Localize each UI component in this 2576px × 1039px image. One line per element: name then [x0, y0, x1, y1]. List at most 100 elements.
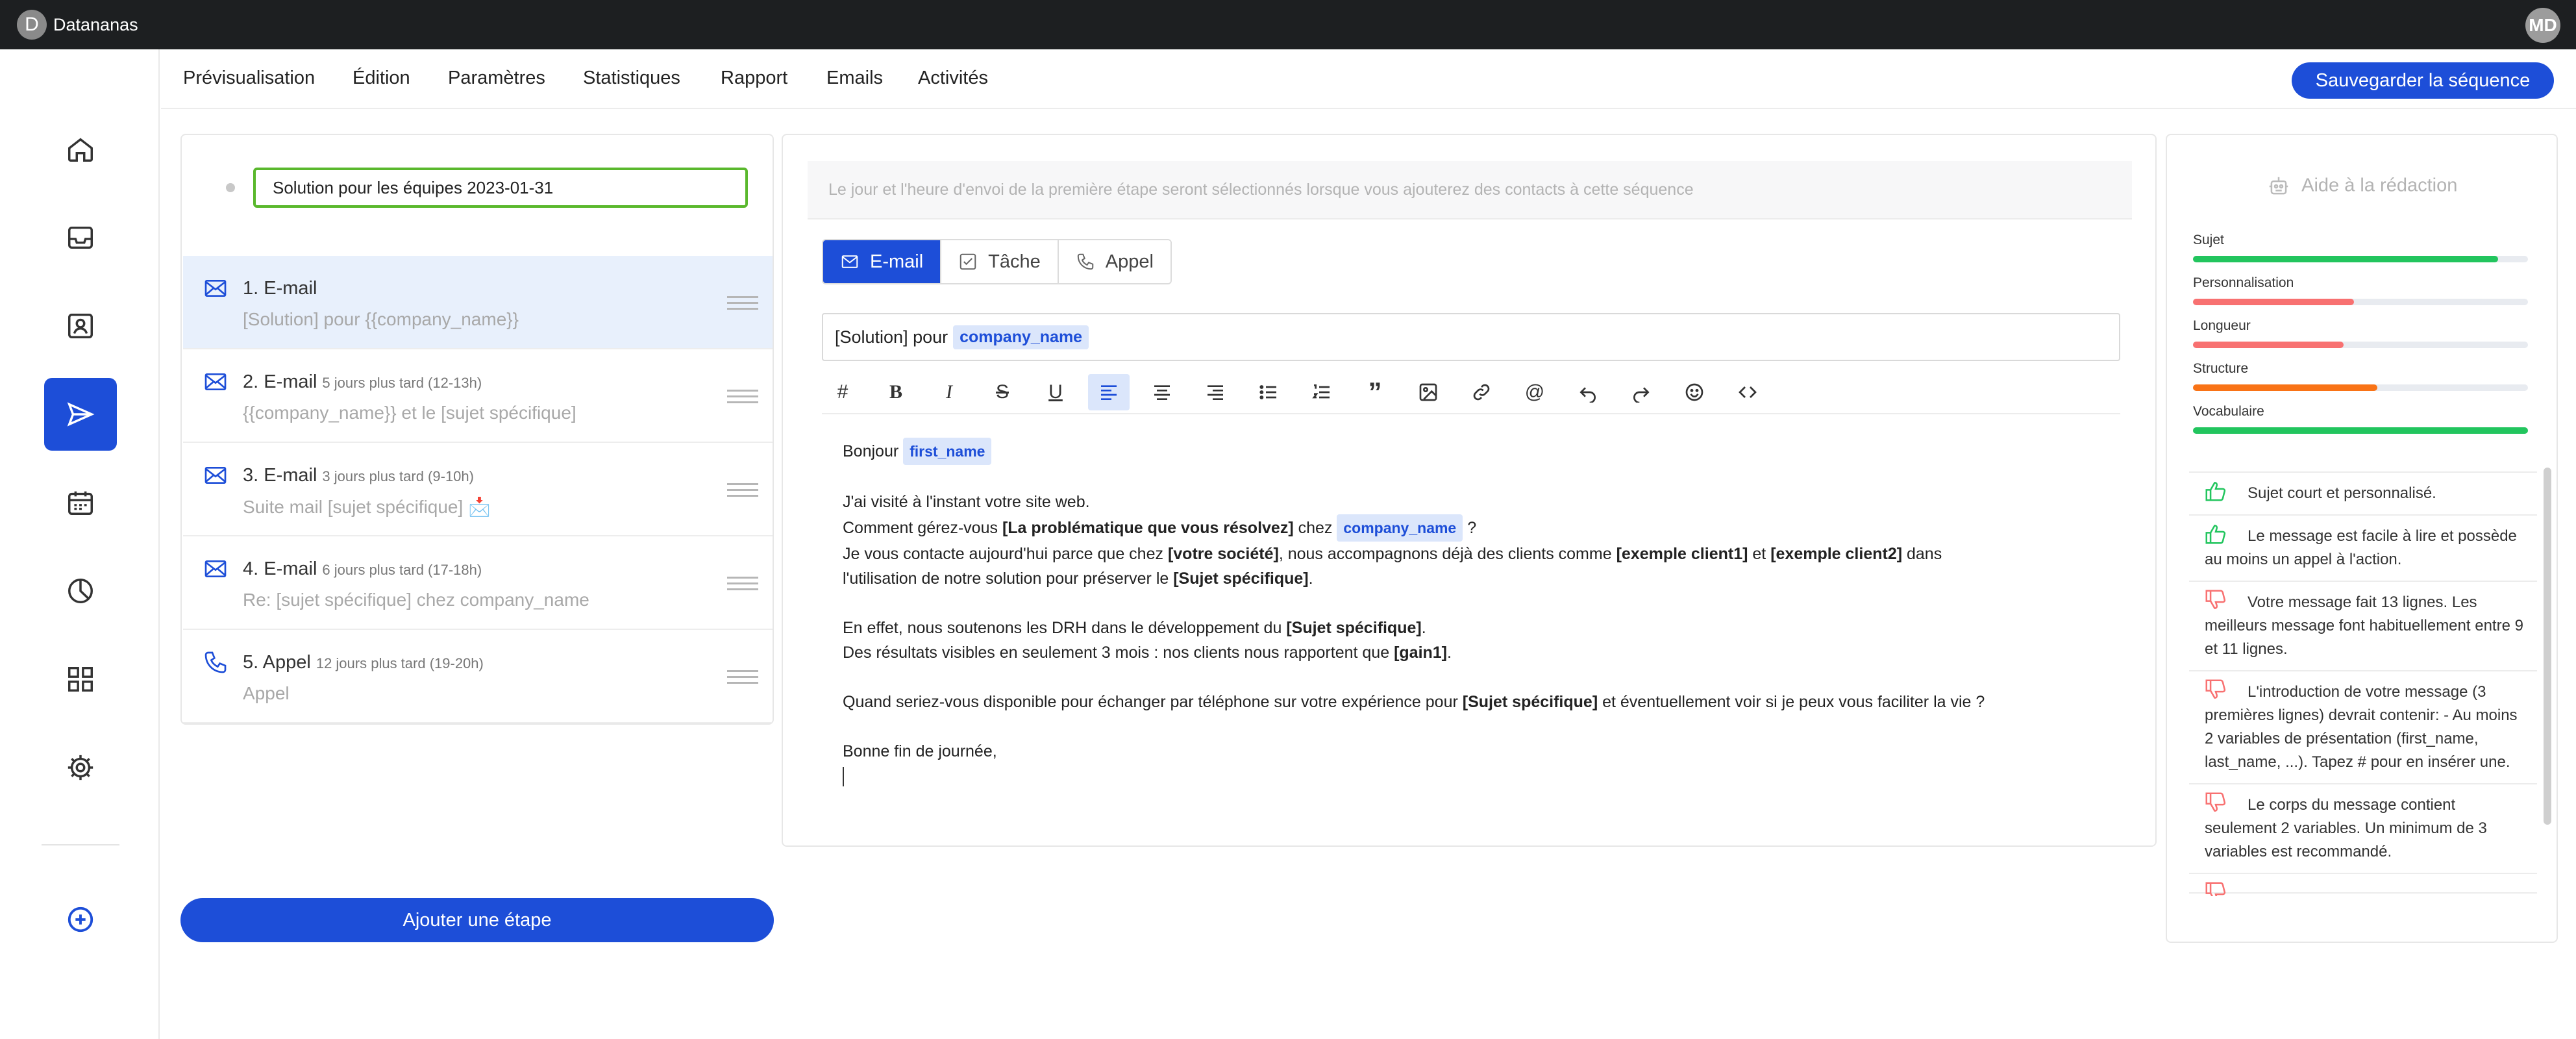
step-title: 2. E-mail 5 jours plus tard (12-13h): [243, 371, 482, 392]
sidebar-item-contacts[interactable]: [44, 290, 117, 362]
metric-bar-fill: [2193, 384, 2377, 391]
sidebar-item-statistics[interactable]: [44, 555, 117, 627]
tab-emails[interactable]: Emails: [826, 68, 883, 89]
drag-handle-icon[interactable]: [727, 296, 758, 314]
add-step-button[interactable]: Ajouter une étape: [180, 898, 774, 942]
body-line: Bonjour first_name: [843, 438, 2115, 465]
hash-button[interactable]: #: [822, 374, 863, 410]
drag-handle-icon[interactable]: [727, 670, 758, 688]
sidebar-item-sequences[interactable]: [44, 378, 117, 451]
feedback-item: [2189, 874, 2537, 896]
link-button[interactable]: [1461, 374, 1502, 410]
image-icon: [1419, 383, 1437, 401]
align-left-button[interactable]: [1088, 374, 1130, 410]
tab-email[interactable]: E-mail: [823, 240, 942, 283]
metric-sujet: Sujet: [2193, 232, 2528, 262]
sidebar-divider: [42, 844, 119, 845]
body-line: En effet, nous soutenons les DRH dans le…: [843, 619, 1426, 637]
sidebar-item-settings[interactable]: [44, 731, 117, 804]
bold-button[interactable]: B: [875, 374, 917, 410]
step-delay: 3 jours plus tard (9-10h): [322, 468, 474, 484]
undo-icon: [1579, 387, 1596, 403]
step-item[interactable]: 3. E-mail 3 jours plus tard (9-10h) Suite…: [183, 443, 773, 536]
tab-label: E-mail: [870, 251, 924, 272]
variable-chip[interactable]: first_name: [903, 438, 992, 465]
sidebar-item-inbox[interactable]: [44, 201, 117, 274]
sequence-name-input[interactable]: Solution pour les équipes 2023-01-31: [253, 168, 748, 208]
italic-button[interactable]: I: [928, 374, 970, 410]
tab-appel[interactable]: Appel: [1058, 240, 1170, 283]
sidebar: [0, 49, 160, 1039]
step-item[interactable]: 1. E-mail [Solution] pour {{company_name…: [183, 256, 773, 349]
brand[interactable]: D Datananas: [17, 10, 138, 40]
top-nav: Prévisualisation Édition Paramètres Stat…: [161, 49, 2576, 109]
align-right-button[interactable]: [1195, 374, 1236, 410]
code-button[interactable]: [1727, 374, 1768, 410]
top-bar: D Datananas MD: [0, 0, 2576, 49]
feedback-item: Le message est facile à lire et possède …: [2189, 516, 2537, 582]
metric-label: Sujet: [2193, 232, 2224, 247]
strikethrough-button[interactable]: S: [982, 374, 1023, 410]
feedback-list[interactable]: Sujet court et personnalisé. Le message …: [2189, 471, 2537, 896]
tab-previsualisation[interactable]: Prévisualisation: [183, 68, 315, 89]
feedback-item: Sujet court et personnalisé.: [2189, 473, 2537, 516]
body-line: l'utilisation de notre solution pour pré…: [843, 570, 1313, 588]
phone-icon: [1077, 253, 1094, 270]
tab-rapport[interactable]: Rapport: [721, 68, 787, 89]
align-center-icon: [1154, 385, 1170, 400]
metric-bar-fill: [2193, 299, 2354, 305]
sidebar-item-home[interactable]: [44, 113, 117, 186]
metric-bar-fill: [2193, 427, 2528, 434]
step-item[interactable]: 2. E-mail 5 jours plus tard (12-13h) {{co…: [183, 349, 773, 443]
mail-icon: [204, 280, 227, 297]
image-button[interactable]: [1407, 374, 1449, 410]
step-subtitle: [Solution] pour {{company_name}}: [243, 309, 519, 329]
tab-parametres[interactable]: Paramètres: [448, 68, 545, 89]
emoji-button[interactable]: [1674, 374, 1715, 410]
mention-button[interactable]: @: [1514, 374, 1555, 410]
metric-bar-fill: [2193, 342, 2344, 348]
step-type-tabs: E-mail Tâche Appel: [822, 239, 1172, 284]
thumbs-down-icon: [2205, 882, 2226, 896]
step-subtitle: Suite mail [sujet spécifique] 📩: [243, 497, 491, 517]
tab-tache[interactable]: Tâche: [941, 240, 1059, 283]
sidebar-item-add[interactable]: [44, 883, 117, 956]
step-title: 1. E-mail: [243, 278, 317, 299]
sidebar-item-apps[interactable]: [44, 643, 117, 716]
feedback-scrollbar[interactable]: [2544, 468, 2551, 825]
brand-name: Datananas: [53, 14, 138, 34]
home-icon: [68, 138, 93, 162]
drag-handle-icon[interactable]: [727, 577, 758, 594]
phone-icon: [204, 651, 227, 673]
body-line: Quand seriez-vous disponible pour échang…: [843, 693, 1985, 711]
tab-label: Tâche: [988, 251, 1041, 272]
align-center-button[interactable]: [1141, 374, 1183, 410]
step-item[interactable]: 5. Appel 12 jours plus tard (19-20h) Appe…: [183, 630, 773, 723]
mail-icon: [841, 255, 858, 268]
redo-button[interactable]: [1620, 374, 1662, 410]
variable-chip[interactable]: company_name: [1337, 514, 1463, 542]
sidebar-item-calendar[interactable]: [44, 466, 117, 539]
body-line: [843, 665, 2115, 690]
align-left-icon: [1101, 385, 1117, 400]
tab-edition[interactable]: Édition: [353, 68, 410, 89]
variable-chip[interactable]: company_name: [953, 325, 1089, 349]
email-body-editor[interactable]: Bonjour first_name J'ai visité à l'insta…: [843, 438, 2115, 788]
subject-input[interactable]: [Solution] pour company_name: [822, 313, 2120, 361]
avatar[interactable]: MD: [2525, 8, 2560, 43]
undo-button[interactable]: [1567, 374, 1609, 410]
step-item[interactable]: 4. E-mail 6 jours plus tard (17-18h) Re: …: [183, 536, 773, 630]
send-icon: [67, 402, 95, 427]
bullet-list-button[interactable]: [1248, 374, 1289, 410]
body-line: [843, 465, 2115, 490]
tab-statistiques[interactable]: Statistiques: [583, 68, 680, 89]
quote-button[interactable]: ”: [1354, 374, 1396, 410]
underline-button[interactable]: U: [1035, 374, 1076, 410]
numbered-list-button[interactable]: [1301, 374, 1343, 410]
drag-handle-icon[interactable]: [727, 483, 758, 501]
tab-activites[interactable]: Activités: [918, 68, 988, 89]
save-sequence-button[interactable]: Sauvegarder la séquence: [2292, 62, 2554, 99]
link-icon: [1473, 384, 1490, 401]
drag-handle-icon[interactable]: [727, 390, 758, 407]
metric-bar: [2193, 342, 2528, 348]
